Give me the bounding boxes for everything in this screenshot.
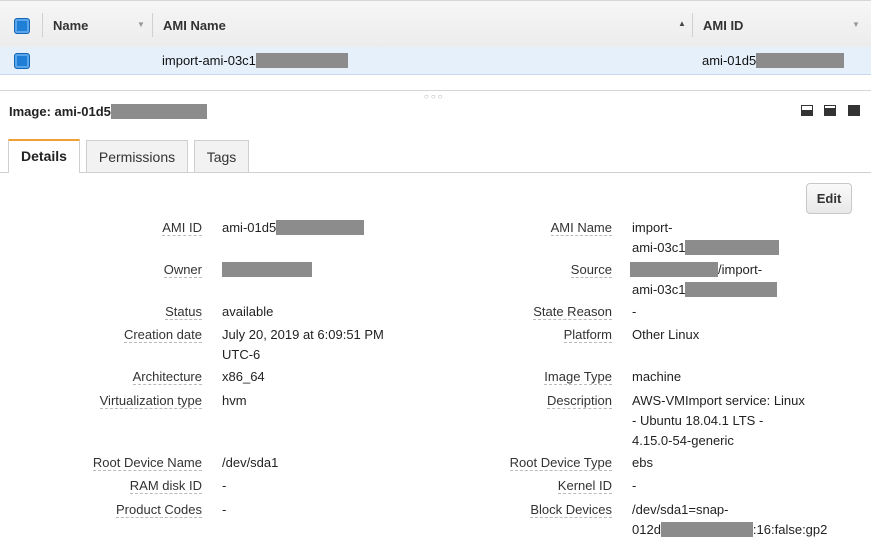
field-value-ram-disk-id: - (222, 478, 227, 493)
sort-arrow-down-icon[interactable]: ▼ (852, 20, 860, 29)
field-value-creation-date: July 20, 2019 at 6:09:51 PM UTC-6 (222, 327, 384, 362)
drag-handle-icon[interactable]: ○○○ (424, 92, 445, 101)
table-row[interactable]: import-ami-03c1 ami-01d5 (0, 47, 871, 75)
sort-arrow-down-icon[interactable]: ▼ (137, 20, 145, 29)
redacted-block (660, 522, 753, 537)
column-separator[interactable] (42, 13, 43, 37)
field-label-root-device-name: Root Device Name (92, 455, 202, 471)
field-label-platform: Platform (563, 327, 612, 343)
field-label-block-devices: Block Devices (530, 502, 612, 518)
pane-divider (0, 90, 871, 91)
field-label-creation-date: Creation date (123, 327, 202, 343)
field-value-kernel-id: - (632, 478, 637, 493)
redacted-block (630, 262, 718, 277)
field-label-ami-id: AMI ID (162, 220, 202, 236)
detail-title-text: Image: ami-01d5 (9, 104, 111, 119)
redacted-block (685, 240, 780, 255)
field-label-status: Status (165, 304, 202, 320)
field-label-state-reason: State Reason (533, 304, 612, 320)
field-value-ami-name: import- ami-03c1 (632, 218, 780, 258)
redacted-block (276, 220, 365, 235)
field-label-kernel-id: Kernel ID (557, 478, 612, 494)
field-label-image-type: Image Type (544, 369, 612, 385)
field-label-description: Description (546, 393, 612, 409)
tab-permissions[interactable]: Permissions (86, 140, 188, 172)
row-ami-id-cell: ami-01d5 (702, 53, 845, 68)
column-header-ami-name[interactable]: AMI Name (163, 18, 226, 33)
edit-button[interactable]: Edit (806, 183, 852, 214)
redacted-block (222, 262, 312, 277)
table-header: Name ▼ AMI Name ▲ AMI ID ▼ (0, 0, 871, 49)
field-label-source: Source (570, 262, 612, 278)
field-value-virtualization-type: hvm (222, 393, 247, 408)
column-header-ami-id[interactable]: AMI ID (703, 18, 743, 33)
field-value-product-codes: - (222, 502, 227, 517)
redacted-block (685, 282, 778, 297)
redacted-block (110, 104, 207, 119)
field-label-ami-name: AMI Name (550, 220, 612, 236)
pane-half-icon[interactable] (824, 105, 836, 116)
field-label-root-device-type: Root Device Type (509, 455, 612, 471)
field-value-owner (222, 260, 312, 280)
column-separator[interactable] (152, 13, 153, 37)
field-label-virtualization-type: Virtualization type (99, 393, 202, 409)
field-value-ami-id: ami-01d5 (222, 218, 365, 238)
redacted-block (756, 53, 845, 68)
pane-full-icon[interactable] (848, 105, 860, 116)
field-value-status: available (222, 304, 274, 319)
field-value-block-devices: /dev/sda1=snap- 012d:16:false:gp2 (632, 502, 828, 537)
field-value-architecture: x86_64 (222, 369, 265, 384)
row-ami-name-cell: import-ami-03c1 (162, 53, 348, 68)
column-separator[interactable] (692, 13, 693, 37)
field-value-description: AWS-VMImport service: Linux - Ubuntu 18.… (632, 393, 805, 448)
field-value-state-reason: - (632, 304, 637, 319)
redacted-block (255, 53, 348, 68)
field-value-root-device-type: ebs (632, 455, 653, 470)
tab-details[interactable]: Details (8, 139, 80, 173)
row-ami-id: ami-01d5 (702, 53, 757, 68)
field-value-platform: Other Linux (632, 327, 700, 342)
field-label-product-codes: Product Codes (116, 502, 202, 518)
pane-bottom-icon[interactable] (801, 105, 813, 116)
row-ami-name: import-ami-03c1 (162, 53, 256, 68)
column-header-name[interactable]: Name (53, 18, 88, 33)
row-checkbox[interactable] (14, 53, 30, 69)
select-all-checkbox[interactable] (14, 18, 30, 34)
field-label-owner: Owner (163, 262, 202, 278)
field-value-root-device-name: /dev/sda1 (222, 455, 279, 470)
tab-tags[interactable]: Tags (194, 140, 249, 172)
field-label-ram-disk-id: RAM disk ID (129, 478, 202, 494)
field-label-architecture: Architecture (132, 369, 202, 385)
field-value-image-type: machine (632, 369, 682, 384)
sort-arrow-up-icon[interactable]: ▲ (678, 19, 686, 28)
field-value-source: /import- ami-03c1 (630, 260, 778, 300)
detail-title: Image: ami-01d5 (9, 104, 207, 119)
